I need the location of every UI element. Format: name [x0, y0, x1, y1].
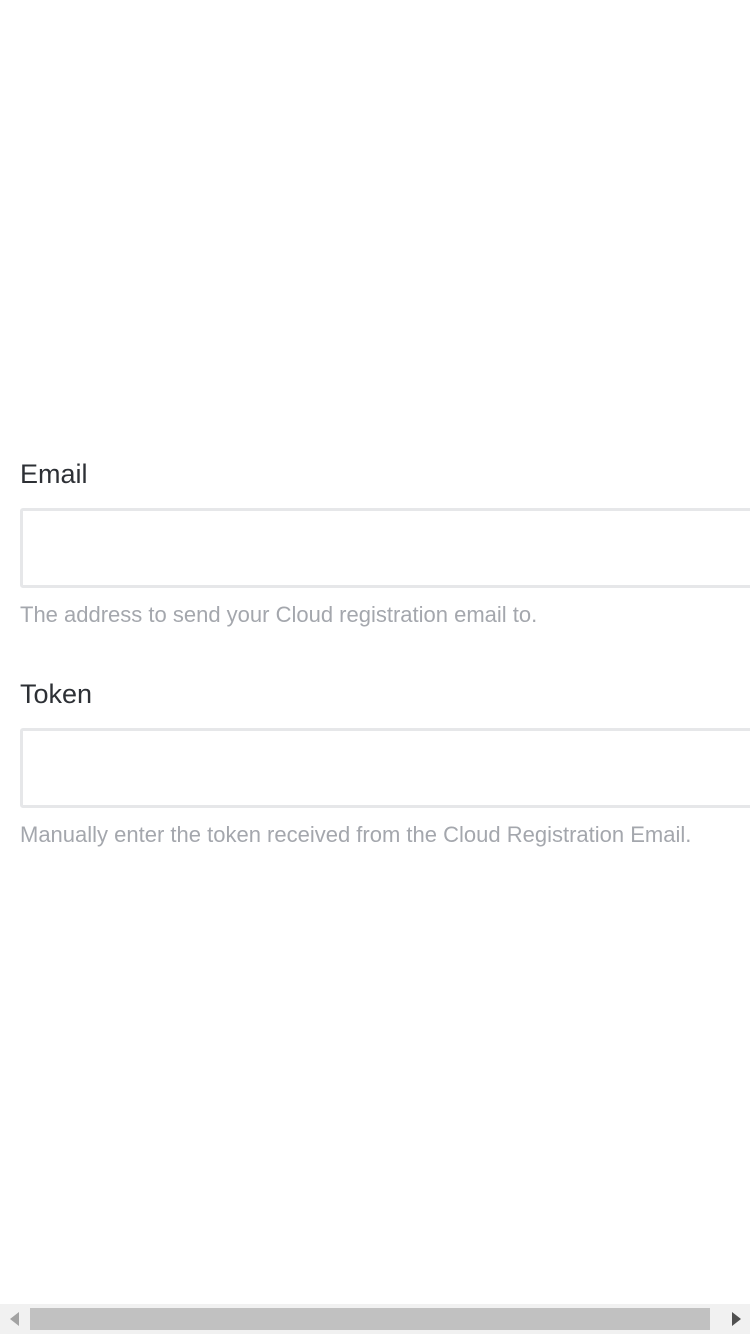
cloud-registration-form: Email The address to send your Cloud reg…	[20, 455, 750, 850]
email-help-text: The address to send your Cloud registrat…	[20, 602, 538, 627]
token-field[interactable]	[20, 728, 750, 808]
token-field-group: Token Manually enter the token received …	[20, 675, 750, 850]
token-label: Token	[20, 679, 93, 709]
scrollbar-thumb[interactable]	[30, 1308, 710, 1330]
token-help-text: Manually enter the token received from t…	[20, 822, 692, 847]
scroll-right-button[interactable]	[722, 1304, 750, 1334]
horizontal-scrollbar[interactable]	[0, 1304, 750, 1334]
scroll-left-button[interactable]	[0, 1304, 28, 1334]
page: Email The address to send your Cloud reg…	[0, 0, 750, 1334]
arrow-left-icon	[9, 1312, 19, 1326]
email-label: Email	[20, 459, 88, 489]
arrow-right-icon	[731, 1312, 741, 1326]
email-field[interactable]	[20, 508, 750, 588]
email-field-group: Email The address to send your Cloud reg…	[20, 455, 750, 630]
